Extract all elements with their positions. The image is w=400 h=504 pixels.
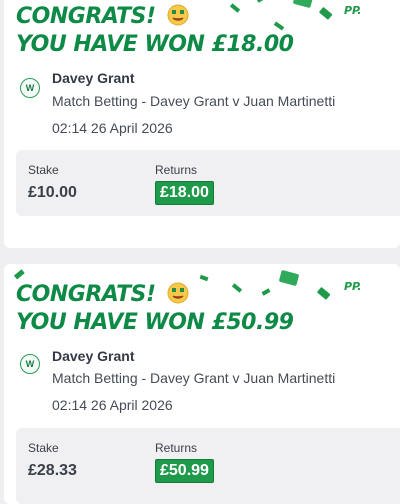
bet-datetime: 02:14 26 April 2026 (52, 120, 173, 136)
congrats-text: CONGRATS! (16, 4, 156, 29)
congrats-heading: CONGRATS! (16, 282, 189, 307)
market-description: Match Betting - Davey Grant v Juan Marti… (52, 93, 336, 109)
stake-value: £10.00 (28, 184, 77, 201)
stake-label: Stake (28, 441, 59, 455)
returns-value: £18.00 (155, 181, 214, 205)
returns-label: Returns (155, 163, 198, 177)
money-mouth-face-icon (167, 4, 189, 26)
bet-datetime: 02:14 26 April 2026 (52, 397, 173, 413)
stake-value: £28.33 (28, 462, 77, 479)
returns-label: Returns (155, 441, 198, 455)
selection-name: Davey Grant (52, 70, 135, 86)
stake-label: Stake (28, 163, 59, 177)
stake-returns-box: Stake £28.33 Returns £50.99 (16, 428, 400, 504)
selection-name: Davey Grant (52, 348, 135, 364)
win-amount-heading: YOU HAVE WON £18.00 (16, 32, 294, 57)
market-description: Match Betting - Davey Grant v Juan Marti… (52, 370, 336, 386)
win-result-badge: W (20, 354, 40, 374)
bet-receipt-card: PP. CONGRATS! YOU HAVE WON £50.99 W Dave… (4, 264, 400, 504)
win-amount-heading: YOU HAVE WON £50.99 (16, 310, 294, 335)
congrats-heading: CONGRATS! (16, 4, 189, 29)
brand-mark: PP. (344, 280, 361, 293)
money-mouth-face-icon (167, 282, 189, 304)
returns-value: £50.99 (155, 459, 214, 483)
win-result-badge: W (20, 78, 40, 98)
congrats-text: CONGRATS! (16, 282, 156, 307)
stake-returns-box: Stake £10.00 Returns £18.00 (16, 150, 400, 216)
brand-mark: PP. (344, 4, 361, 17)
bet-receipt-card: PP. CONGRATS! YOU HAVE WON £18.00 W Dave… (4, 0, 400, 248)
